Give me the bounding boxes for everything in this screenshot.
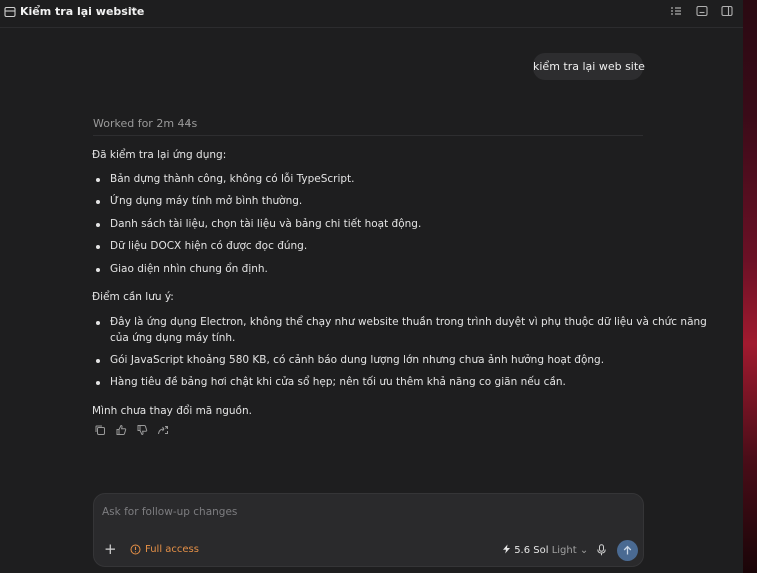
info-circle-icon [130, 544, 141, 555]
divider [93, 135, 643, 136]
note-item: Hàng tiêu đề bảng hơi chật khi cửa sổ hẹ… [110, 376, 566, 388]
chevron-down-icon: ⌄ [579, 545, 589, 556]
more-options-button[interactable]: ··· [124, 2, 138, 16]
send-button[interactable] [617, 540, 638, 561]
terminal-panel-icon[interactable] [696, 5, 708, 17]
intro-text: Đã kiểm tra lại ứng dụng: [92, 149, 227, 161]
follow-up-input[interactable]: Ask for follow-up changes [102, 506, 237, 518]
side-panel-icon[interactable] [721, 5, 733, 17]
bullet [96, 245, 100, 249]
note-item: Gói JavaScript khoảng 580 KB, có cảnh bá… [110, 354, 605, 366]
check-item: Giao diện nhìn chung ổn định. [110, 263, 268, 275]
arrow-up-icon [623, 545, 632, 555]
worked-duration-toggle[interactable]: Worked for 2m 44s [93, 117, 197, 130]
model-name: 5.6 Sol [514, 545, 549, 556]
check-item: Dữ liệu DOCX hiện có được đọc đúng. [110, 240, 308, 252]
chat-window-icon [4, 6, 16, 18]
title-bar: Kiểm tra lại website ··· [0, 0, 743, 28]
list-view-icon[interactable] [670, 5, 682, 17]
closing-text: Mình chưa thay đổi mã nguồn. [92, 405, 252, 417]
chevron-right-icon[interactable]: › [186, 116, 190, 129]
bullet [96, 223, 100, 227]
add-attachment-button[interactable]: + [104, 542, 117, 557]
bullet [96, 381, 100, 385]
thumbs-down-icon[interactable] [136, 424, 148, 436]
lightning-icon [503, 544, 510, 554]
copy-icon[interactable] [94, 424, 106, 436]
note-item-continuation: của ứng dụng máy tính. [110, 332, 236, 344]
bullet [96, 178, 100, 182]
notes-heading: Điểm cần lưu ý: [92, 291, 174, 303]
model-selector[interactable]: 5.6 Sol Light ⌄ [502, 544, 588, 556]
check-item: Ứng dụng máy tính mở bình thường. [110, 195, 303, 207]
bullet [96, 268, 100, 272]
user-message-bubble: kiểm tra lại web site [533, 53, 645, 80]
share-icon[interactable] [157, 424, 169, 436]
check-item: Bản dựng thành công, không có lỗi TypeSc… [110, 173, 355, 185]
bullet [96, 321, 100, 325]
full-access-toggle[interactable]: Full access [145, 544, 199, 555]
check-item: Danh sách tài liệu, chọn tài liệu và bản… [110, 218, 422, 230]
thumbs-up-icon[interactable] [115, 424, 127, 436]
bullet [96, 359, 100, 363]
desktop-wallpaper [743, 0, 757, 573]
reasoning-level: Light [551, 545, 577, 556]
microphone-icon[interactable] [596, 544, 607, 556]
app-window: Kiểm tra lại website ··· kiểm tra lại we… [0, 0, 743, 573]
note-item: Đây là ứng dụng Electron, không thể chạy… [110, 316, 707, 328]
bullet [96, 200, 100, 204]
composer[interactable]: Ask for follow-up changes + Full access … [93, 493, 644, 567]
